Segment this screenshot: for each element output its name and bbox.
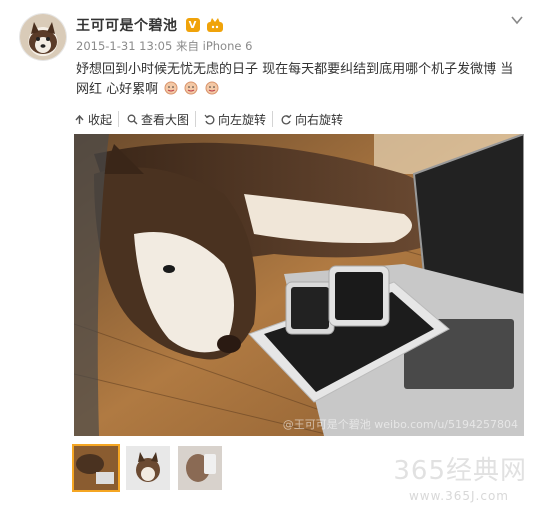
avatar[interactable]	[20, 14, 66, 60]
verified-badge: V	[185, 18, 200, 32]
collapse-button[interactable]: 收起	[72, 111, 118, 127]
rotate-right-icon	[281, 114, 292, 124]
site-watermark: 365经典网	[393, 456, 527, 486]
post-body: 妤想回到小时候无忧无虑的日子 现在每天都要纠结到底用哪个机子发微博 当网红 心好…	[76, 62, 514, 97]
emoji-icon	[164, 81, 178, 95]
emoji-icon	[184, 81, 198, 95]
rotate-right-label: 向右旋转	[295, 112, 344, 127]
post-meta: 2015-1-31 13:05 来自 iPhone 6	[76, 38, 527, 54]
post-text: 妤想回到小时候无忧无虑的日子 现在每天都要纠结到底用哪个机子发微博 当网红 心好…	[76, 60, 526, 100]
emoji-icon	[205, 81, 219, 95]
weibo-post-card: 王可可是个碧池 V 2015-1-31 13:05 来自 iPhone 6 妤想…	[0, 0, 537, 507]
chevron-down-icon[interactable]	[511, 14, 523, 26]
source-prefix: 来自	[175, 39, 199, 53]
image-toolbar: 收起 查看大图 向左旋转 向右旋转	[72, 108, 349, 130]
post-source[interactable]: iPhone 6	[203, 39, 253, 53]
rotate-left-button[interactable]: 向左旋转	[195, 111, 272, 127]
rotate-left-icon	[204, 114, 215, 124]
magnifier-icon	[127, 114, 138, 124]
rotate-left-label: 向左旋转	[218, 112, 267, 127]
rotate-right-button[interactable]: 向右旋转	[272, 111, 349, 127]
post-date[interactable]: 2015-1-31 13:05	[76, 39, 172, 53]
post-photo[interactable]: @王可可是个碧池 weibo.com/u/5194257804	[74, 134, 524, 436]
collapse-arrow-icon	[75, 114, 84, 124]
thumbnail-2[interactable]	[126, 446, 170, 490]
collapse-label: 收起	[88, 112, 113, 127]
view-large-button[interactable]: 查看大图	[118, 111, 195, 127]
user-name[interactable]: 王可可是个碧池	[76, 15, 178, 35]
view-large-label: 查看大图	[141, 112, 190, 127]
post-header: 王可可是个碧池 V 2015-1-31 13:05 来自 iPhone 6	[76, 14, 527, 54]
thumbnail-3[interactable]	[178, 446, 222, 490]
thumbnail-strip	[74, 446, 222, 490]
photo-watermark: @王可可是个碧池 weibo.com/u/5194257804	[282, 418, 518, 431]
site-url: www.365J.com	[408, 489, 509, 503]
member-crown-icon	[206, 18, 223, 32]
dog-with-devices-image	[74, 134, 524, 436]
thumbnail-1[interactable]	[74, 446, 118, 490]
